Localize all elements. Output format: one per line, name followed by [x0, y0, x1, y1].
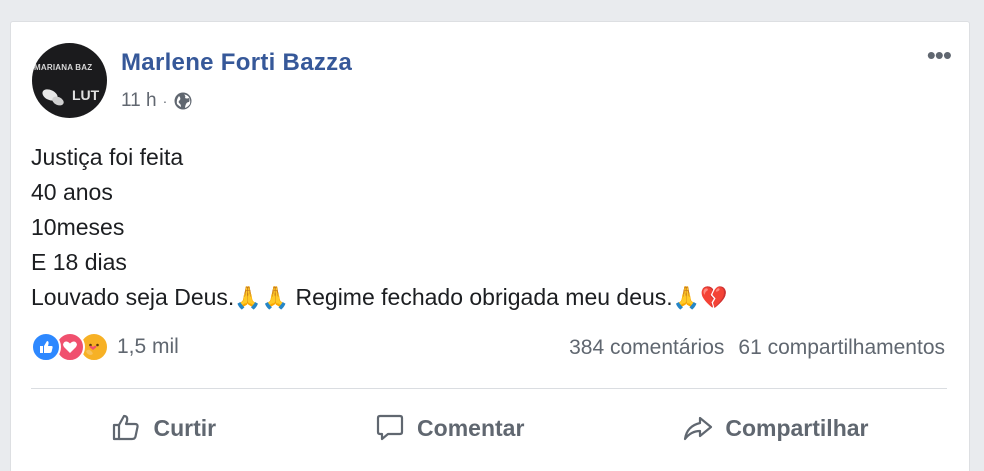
- post-line: 10meses: [31, 214, 125, 240]
- author-name[interactable]: Marlene Forti Bazza: [121, 49, 352, 77]
- action-bar: Curtir Comentar Compartilhar: [31, 402, 947, 454]
- post-line: Justiça foi feita: [31, 144, 184, 170]
- thumbs-up-icon: [113, 414, 140, 441]
- more-options-button[interactable]: •••: [927, 42, 952, 68]
- post-card: MARIANA BAZ LUT Marlene Forti Bazza 11 h…: [10, 21, 970, 471]
- post-time[interactable]: 11 h: [121, 90, 157, 112]
- avatar-decoration-secondary: [50, 94, 66, 108]
- share-arrow-icon: [684, 416, 713, 441]
- like-label: Curtir: [153, 414, 217, 441]
- shares-count[interactable]: 61 compartilhamentos: [738, 336, 945, 360]
- post-line-text: Louvado seja Deus.: [31, 284, 235, 310]
- share-button[interactable]: Compartilhar: [667, 405, 882, 451]
- comment-icon: [376, 414, 404, 441]
- reactions-count[interactable]: 1,5 mil: [117, 335, 179, 359]
- reactions-summary[interactable]: 1,5 mil: [31, 332, 179, 362]
- like-icon: [31, 332, 61, 362]
- post-text: Justiça foi feita 40 anos 10meses E 18 d…: [31, 140, 727, 315]
- avatar-text-bottom: LUT: [72, 87, 100, 103]
- post-line-last: Louvado seja Deus.🙏🙏 Regime fechado obri…: [31, 280, 727, 315]
- globe-icon[interactable]: [173, 91, 193, 111]
- divider: [31, 388, 947, 389]
- post-meta: 11 h ·: [121, 90, 193, 112]
- engagement-counts: 384 comentários 61 compartilhamentos: [569, 336, 945, 360]
- post-line-text: Regime fechado obrigada meu deus.: [289, 284, 673, 310]
- comment-label: Comentar: [417, 414, 525, 441]
- praying-hands-emoji: 🙏🙏: [234, 285, 290, 310]
- meta-separator: ·: [162, 93, 168, 109]
- post-line: E 18 dias: [31, 249, 127, 275]
- comments-count[interactable]: 384 comentários: [569, 336, 724, 360]
- like-button[interactable]: Curtir: [95, 405, 230, 451]
- share-label: Compartilhar: [725, 414, 869, 441]
- post-line: 40 anos: [31, 179, 113, 205]
- comment-button[interactable]: Comentar: [359, 405, 538, 451]
- praying-broken-heart-emoji: 🙏💔: [672, 285, 728, 310]
- avatar[interactable]: MARIANA BAZ LUT: [32, 43, 107, 118]
- avatar-text-top: MARIANA BAZ: [34, 63, 93, 72]
